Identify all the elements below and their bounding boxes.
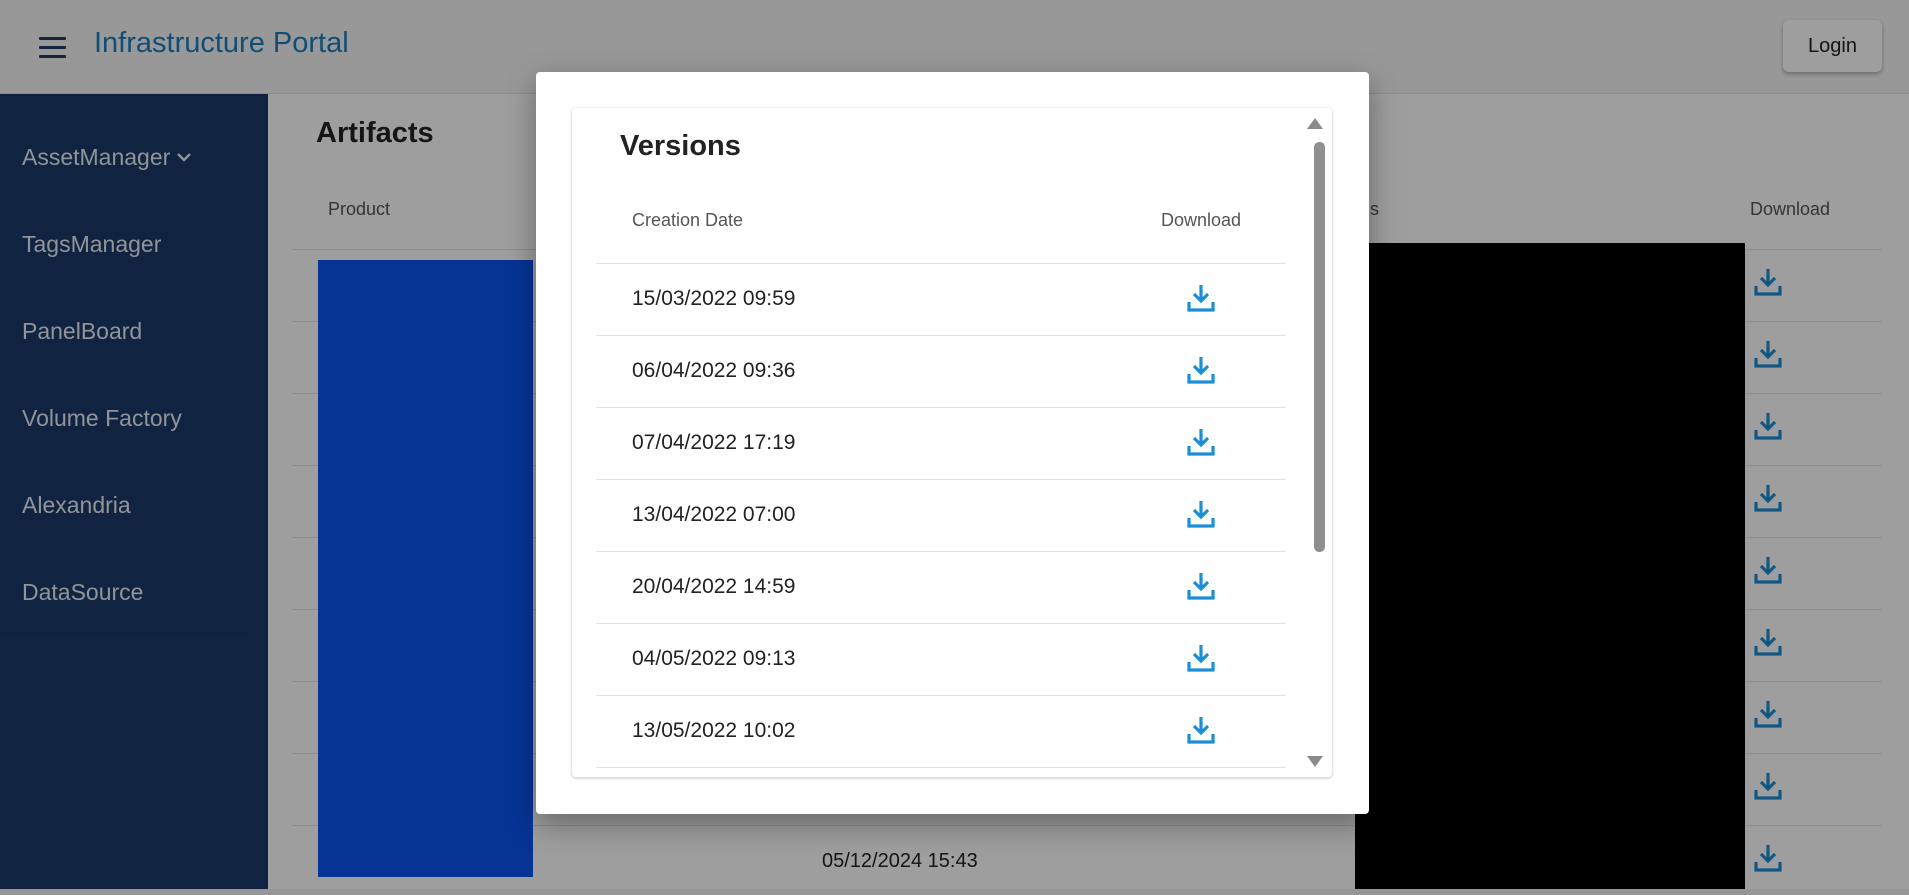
version-row[interactable]: 20/04/2022 14:59 — [596, 551, 1286, 623]
version-row[interactable]: 04/05/2022 09:13 — [596, 623, 1286, 695]
download-icon[interactable] — [1185, 570, 1217, 602]
scroll-up-arrow-icon[interactable] — [1307, 118, 1323, 129]
column-header-creation-date: Creation Date — [632, 210, 744, 230]
scrollbar-thumb[interactable] — [1314, 142, 1325, 552]
version-date: 13/05/2022 10:02 — [632, 719, 796, 742]
versions-card: Versions Creation Date Download 15/03/20… — [572, 108, 1332, 777]
version-date: 07/04/2022 17:19 — [632, 431, 796, 454]
download-icon[interactable] — [1185, 498, 1217, 530]
version-row[interactable]: 07/04/2022 17:19 — [596, 407, 1286, 479]
versions-dialog: Versions Creation Date Download 15/03/20… — [536, 72, 1369, 814]
column-header-download: Download — [1161, 210, 1242, 230]
version-row[interactable]: 06/04/2022 09:36 — [596, 335, 1286, 407]
scroll-down-arrow-icon[interactable] — [1307, 756, 1323, 767]
download-icon[interactable] — [1185, 426, 1217, 458]
version-date: 15/03/2022 09:59 — [632, 287, 796, 310]
download-icon[interactable] — [1185, 282, 1217, 314]
version-date: 20/04/2022 14:59 — [632, 575, 796, 598]
dialog-title: Versions — [620, 130, 741, 162]
download-icon[interactable] — [1185, 642, 1217, 674]
version-row[interactable]: 15/03/2022 09:59 — [596, 263, 1286, 335]
version-row-divider — [596, 767, 1286, 777]
version-row[interactable]: 13/04/2022 07:00 — [596, 479, 1286, 551]
version-row[interactable]: 13/05/2022 10:02 — [596, 695, 1286, 767]
version-date: 04/05/2022 09:13 — [632, 647, 796, 670]
version-date: 13/04/2022 07:00 — [632, 503, 796, 526]
download-icon[interactable] — [1185, 354, 1217, 386]
version-date: 06/04/2022 09:36 — [632, 359, 796, 382]
download-icon[interactable] — [1185, 714, 1217, 746]
